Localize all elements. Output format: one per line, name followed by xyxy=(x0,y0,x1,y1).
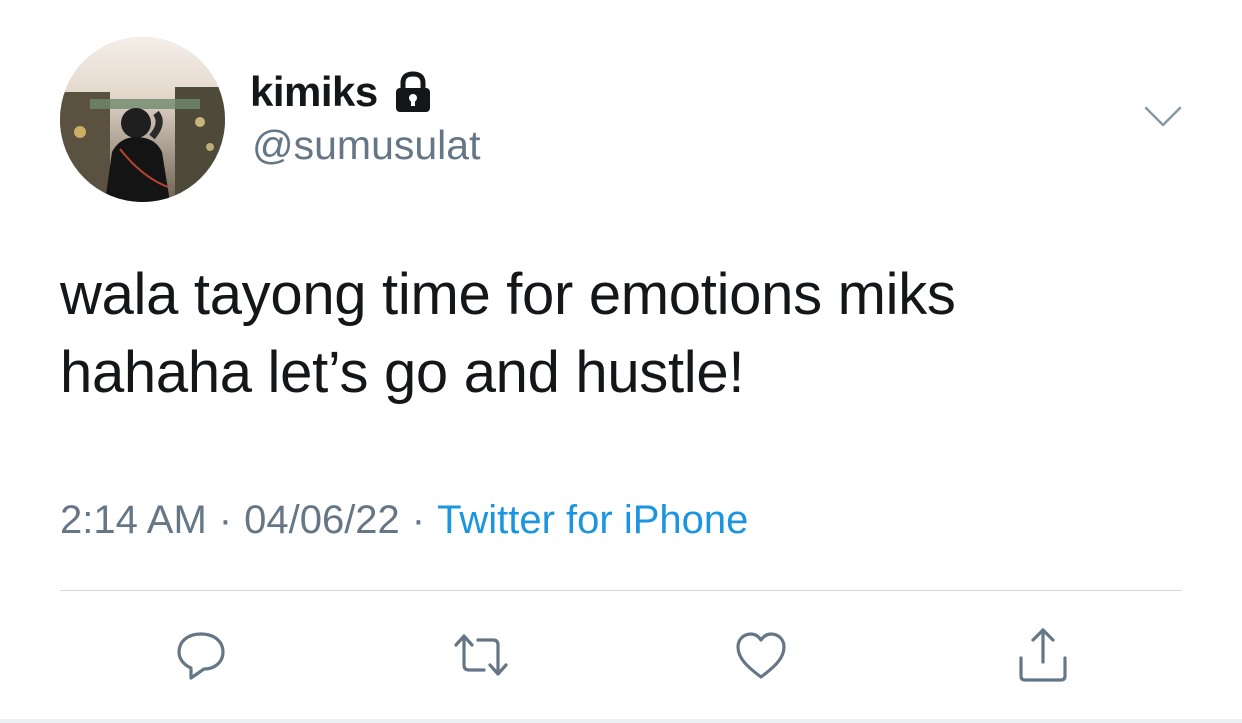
divider xyxy=(60,590,1182,591)
tweet-text: wala tayong time for emotions miks hahah… xyxy=(60,256,1170,412)
retweet-button[interactable] xyxy=(450,624,512,686)
avatar-photo xyxy=(60,37,225,202)
meta-separator: · xyxy=(218,498,233,542)
meta-separator: · xyxy=(411,498,426,542)
share-icon xyxy=(1019,628,1067,682)
share-button[interactable] xyxy=(1012,624,1074,686)
tweet-text-line: wala tayong time for emotions miks xyxy=(60,262,956,327)
tweet-date[interactable]: 04/06/22 xyxy=(244,498,400,542)
avatar[interactable] xyxy=(60,37,225,202)
reply-button[interactable] xyxy=(170,624,232,686)
retweet-icon xyxy=(454,634,508,676)
display-name[interactable]: kimiks xyxy=(250,68,378,116)
chevron-down-icon[interactable] xyxy=(1140,100,1186,134)
tweet-meta: 2:14 AM · 04/06/22 · Twitter for iPhone xyxy=(60,498,748,543)
tweet-card: kimiks @sumusulat wala tayong time for e… xyxy=(0,0,1242,723)
tweet-text-line: hahaha let’s go and hustle! xyxy=(60,340,745,405)
lock-icon xyxy=(392,70,434,114)
tweet-source-link[interactable]: Twitter for iPhone xyxy=(437,498,748,542)
author-name-row: kimiks xyxy=(250,66,434,118)
user-handle[interactable]: @sumusulat xyxy=(252,122,480,169)
heart-icon xyxy=(736,632,786,679)
like-button[interactable] xyxy=(730,624,792,686)
tweet-time[interactable]: 2:14 AM xyxy=(60,498,207,542)
bottom-divider xyxy=(0,719,1242,723)
reply-icon xyxy=(177,632,225,680)
